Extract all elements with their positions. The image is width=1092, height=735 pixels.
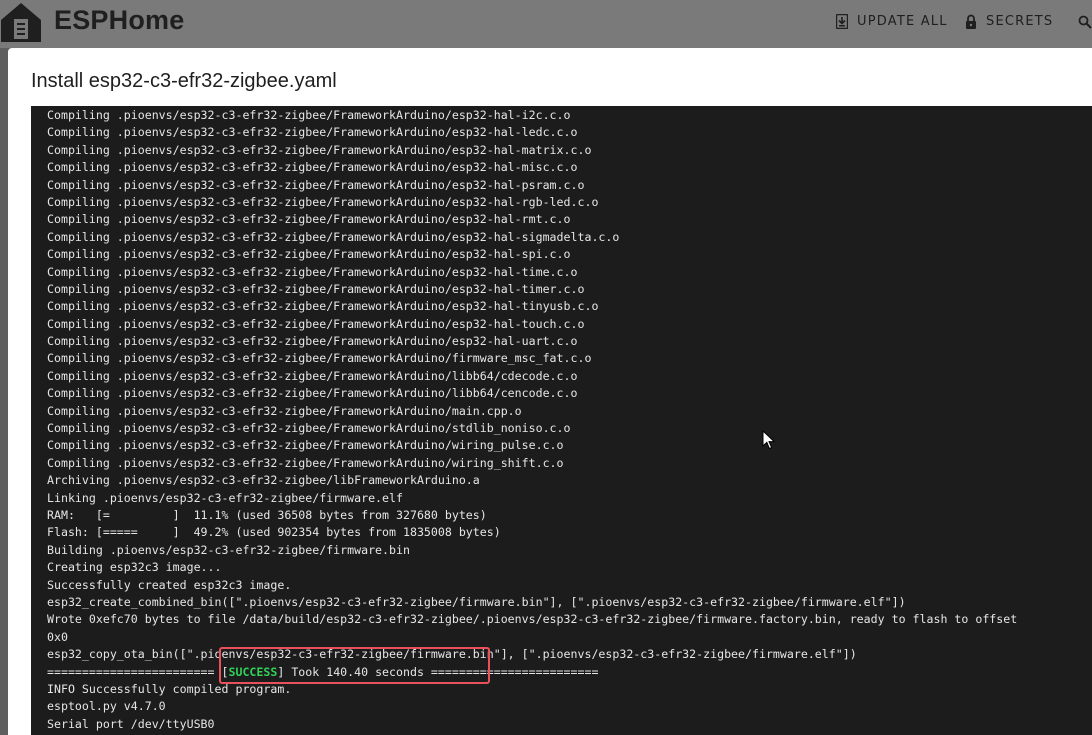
log-line: Wrote 0xefc70 bytes to file /data/build/… [47, 612, 1018, 627]
log-line: Compiling .pioenvs/esp32-c3-efr32-zigbee… [47, 125, 578, 140]
log-line: Compiling .pioenvs/esp32-c3-efr32-zigbee… [47, 212, 571, 227]
log-line: Compiling .pioenvs/esp32-c3-efr32-zigbee… [47, 368, 578, 383]
log-line: Linking .pioenvs/esp32-c3-efr32-zigbee/f… [47, 490, 403, 505]
log-output: Compiling .pioenvs/esp32-c3-efr32-zigbee… [47, 107, 1017, 733]
log-line: Compiling .pioenvs/esp32-c3-efr32-zigbee… [47, 108, 571, 122]
log-line: Compiling .pioenvs/esp32-c3-efr32-zigbee… [47, 194, 599, 209]
log-line: Compiling .pioenvs/esp32-c3-efr32-zigbee… [47, 455, 564, 470]
log-line: Compiling .pioenvs/esp32-c3-efr32-zigbee… [47, 264, 578, 279]
log-line: Compiling .pioenvs/esp32-c3-efr32-zigbee… [47, 421, 571, 436]
log-line: Compiling .pioenvs/esp32-c3-efr32-zigbee… [47, 281, 585, 296]
log-line: Successfully created esp32c3 image. [47, 577, 292, 592]
update-all-label: UPDATE ALL [857, 13, 948, 29]
search-button[interactable] [1078, 12, 1092, 32]
download-icon [836, 13, 848, 29]
install-dialog: Install esp32-c3-efr32-zigbee.yaml Compi… [8, 48, 1092, 735]
log-line: esp32_create_combined_bin([".pioenvs/esp… [47, 594, 906, 609]
log-line: esp32_copy_ota_bin([".pioenvs/esp32-c3-e… [47, 647, 857, 662]
log-line: Compiling .pioenvs/esp32-c3-efr32-zigbee… [47, 247, 571, 262]
log-line: Compiling .pioenvs/esp32-c3-efr32-zigbee… [47, 403, 522, 418]
success-tag: SUCCESS [228, 664, 278, 679]
success-prefix: ======================== [ [47, 664, 229, 679]
log-line: Compiling .pioenvs/esp32-c3-efr32-zigbee… [47, 299, 599, 314]
log-line: Building .pioenvs/esp32-c3-efr32-zigbee/… [47, 542, 410, 557]
log-terminal[interactable]: Compiling .pioenvs/esp32-c3-efr32-zigbee… [31, 106, 1092, 735]
log-line: Compiling .pioenvs/esp32-c3-efr32-zigbee… [47, 316, 585, 331]
secrets-label: SECRETS [986, 13, 1054, 29]
log-line: RAM: [= ] 11.1% (used 36508 bytes from 3… [47, 507, 487, 522]
mouse-pointer-icon [762, 430, 776, 450]
update-all-button[interactable]: UPDATE ALL [836, 11, 948, 31]
success-log-line: ======================== [SUCCESS] Took … [47, 664, 1017, 681]
dialog-title: Install esp32-c3-efr32-zigbee.yaml [31, 70, 337, 92]
log-line: Compiling .pioenvs/esp32-c3-efr32-zigbee… [47, 160, 578, 175]
lock-icon [966, 14, 976, 29]
search-icon [1078, 15, 1092, 29]
top-app-bar: ESPHome UPDATE ALL SECRETS [0, 0, 1092, 48]
log-line: INFO Successfully compiled program. [47, 681, 292, 696]
esphome-house-logo[interactable] [0, 2, 42, 42]
log-line: Compiling .pioenvs/esp32-c3-efr32-zigbee… [47, 177, 585, 192]
log-line: esptool.py v4.7.0 [47, 699, 166, 714]
log-line: Compiling .pioenvs/esp32-c3-efr32-zigbee… [47, 229, 620, 244]
log-line: Serial port /dev/ttyUSB0 [47, 716, 215, 731]
log-line: 0x0 [47, 629, 68, 644]
log-line: Compiling .pioenvs/esp32-c3-efr32-zigbee… [47, 334, 578, 349]
log-line: Archiving .pioenvs/esp32-c3-efr32-zigbee… [47, 473, 480, 488]
log-line: Compiling .pioenvs/esp32-c3-efr32-zigbee… [47, 142, 592, 157]
success-suffix: ] Took 140.40 seconds ==================… [277, 664, 599, 679]
secrets-button[interactable]: SECRETS [965, 11, 1053, 31]
log-line: Compiling .pioenvs/esp32-c3-efr32-zigbee… [47, 351, 592, 366]
log-line: Compiling .pioenvs/esp32-c3-efr32-zigbee… [47, 386, 578, 401]
log-line: Compiling .pioenvs/esp32-c3-efr32-zigbee… [47, 438, 564, 453]
brand-title: ESPHome [54, 5, 185, 35]
log-line: Creating esp32c3 image... [47, 560, 222, 575]
log-line: Flash: [===== ] 49.2% (used 902354 bytes… [47, 525, 501, 540]
